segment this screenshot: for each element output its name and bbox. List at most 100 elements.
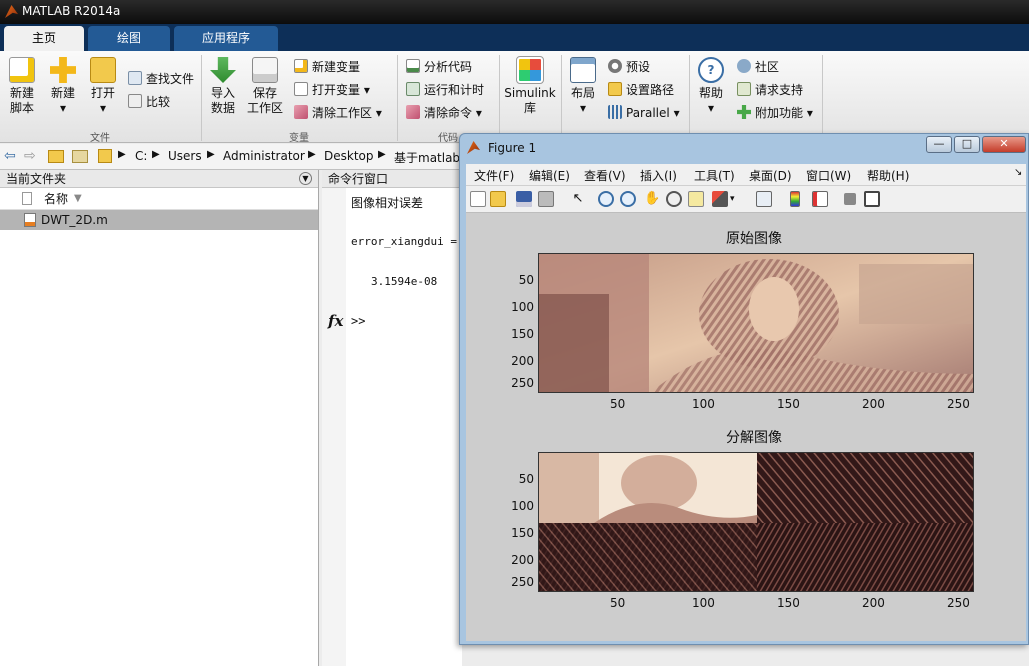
link-icon[interactable] bbox=[756, 191, 772, 207]
panel-title: 当前文件夹 bbox=[6, 172, 67, 186]
minimize-button[interactable]: — bbox=[926, 136, 952, 153]
request-support-icon bbox=[737, 82, 751, 96]
figure-title-bar[interactable]: Figure 1 — □ ✕ bbox=[460, 134, 1029, 162]
tab-home[interactable]: 主页 bbox=[4, 26, 84, 51]
new-script-button[interactable]: 新建 脚本 bbox=[4, 51, 40, 116]
new-figure-icon[interactable] bbox=[470, 191, 486, 207]
new-variable-icon bbox=[294, 59, 308, 73]
import-data-button[interactable]: 导入 数据 bbox=[206, 51, 240, 116]
brush-dropdown-icon[interactable]: ▾ bbox=[730, 191, 740, 207]
command-window: 命令行窗口 图像相对误差 error_xiangdui = 3.1594e-08… bbox=[322, 170, 462, 666]
ribbon-separator bbox=[561, 55, 562, 141]
open-button[interactable]: 打开 ▾ bbox=[86, 51, 120, 116]
folder-icon bbox=[98, 149, 112, 163]
column-header[interactable]: 名称 ▼ bbox=[0, 188, 318, 210]
group-label-file: 文件 bbox=[90, 133, 110, 144]
file-name: DWT_2D.m bbox=[41, 213, 108, 227]
rotate-icon[interactable] bbox=[666, 191, 682, 207]
figure-window: Figure 1 — □ ✕ 文件(F) 编辑(E) 查看(V) 插入(I) 工… bbox=[459, 133, 1029, 645]
data-cursor-icon[interactable] bbox=[688, 191, 704, 207]
parallel-button[interactable]: Parallel ▾ bbox=[608, 103, 680, 123]
path-segment-administrator[interactable]: Administrator bbox=[223, 149, 305, 163]
show-plot-tools-icon[interactable] bbox=[864, 191, 880, 207]
menu-window[interactable]: 窗口(W) bbox=[806, 167, 851, 184]
menu-view[interactable]: 查看(V) bbox=[584, 167, 626, 184]
command-prompt[interactable]: >> bbox=[351, 314, 365, 328]
pointer-icon[interactable]: ↖ bbox=[570, 191, 586, 207]
zoom-out-icon[interactable] bbox=[620, 191, 636, 207]
new-button[interactable]: 新建 ▾ bbox=[46, 51, 80, 116]
clear-commands-button[interactable]: 清除命令 ▾ bbox=[406, 103, 482, 123]
dropdown-arrow-icon: ▾ bbox=[579, 101, 587, 115]
save-icon[interactable] bbox=[516, 191, 532, 207]
x-tick-label: 50 bbox=[610, 596, 626, 610]
brush-icon[interactable] bbox=[712, 191, 728, 207]
browse-folder-icon[interactable] bbox=[72, 150, 88, 163]
dropdown-arrow-icon: ▾ bbox=[806, 106, 813, 120]
request-support-button[interactable]: 请求支持 bbox=[737, 80, 803, 100]
help-button[interactable]: ? 帮助 ▾ bbox=[694, 51, 728, 116]
path-segment-c[interactable]: C: bbox=[135, 149, 147, 163]
legend-icon[interactable] bbox=[812, 191, 828, 207]
analyze-code-icon bbox=[406, 59, 420, 73]
open-variable-button[interactable]: 打开变量 ▾ bbox=[294, 80, 370, 100]
analyze-code-button[interactable]: 分析代码 bbox=[406, 57, 472, 77]
simulink-library-button[interactable]: Simulink 库 bbox=[504, 51, 556, 116]
save-workspace-icon bbox=[252, 57, 278, 83]
path-arrow-icon: ▶ bbox=[308, 149, 316, 160]
y-tick-label: 200 bbox=[511, 553, 534, 567]
tab-apps[interactable]: 应用程序 bbox=[174, 26, 278, 51]
menu-tools[interactable]: 工具(T) bbox=[694, 167, 735, 184]
menu-help[interactable]: 帮助(H) bbox=[867, 167, 909, 184]
preferences-button[interactable]: 预设 bbox=[608, 57, 650, 77]
new-variable-button[interactable]: 新建变量 bbox=[294, 57, 360, 77]
back-arrow-icon[interactable]: ⇦ bbox=[4, 148, 16, 164]
path-segment-users[interactable]: Users bbox=[168, 149, 202, 163]
dock-arrow-icon[interactable]: ↘ bbox=[1014, 167, 1022, 178]
print-icon[interactable] bbox=[538, 191, 554, 207]
ribbon-separator bbox=[689, 55, 690, 141]
simulink-icon bbox=[516, 56, 544, 84]
layout-button[interactable]: 布局 ▾ bbox=[566, 51, 600, 116]
parallel-icon bbox=[608, 105, 622, 119]
output-line: error_xiangdui = bbox=[351, 235, 457, 248]
colorbar-icon[interactable] bbox=[790, 191, 800, 207]
layout-icon bbox=[570, 57, 596, 83]
set-path-button[interactable]: 设置路径 bbox=[608, 80, 674, 100]
pan-icon[interactable]: ✋ bbox=[644, 191, 660, 207]
zoom-in-icon[interactable] bbox=[598, 191, 614, 207]
group-label-variable: 变量 bbox=[289, 133, 309, 144]
x-tick-label: 150 bbox=[777, 397, 800, 411]
menu-desktop[interactable]: 桌面(D) bbox=[749, 167, 792, 184]
y-tick-label: 150 bbox=[511, 327, 534, 341]
maximize-button[interactable]: □ bbox=[954, 136, 980, 153]
community-button[interactable]: 社区 bbox=[737, 57, 779, 77]
decomposed-image[interactable] bbox=[538, 452, 974, 592]
x-tick-label: 200 bbox=[862, 397, 885, 411]
menu-edit[interactable]: 编辑(E) bbox=[529, 167, 570, 184]
hide-plot-tools-icon[interactable] bbox=[844, 193, 856, 205]
clear-workspace-button[interactable]: 清除工作区 ▾ bbox=[294, 103, 382, 123]
original-image[interactable] bbox=[538, 253, 974, 393]
ribbon-tab-bar: 主页 绘图 应用程序 bbox=[0, 24, 1029, 51]
save-workspace-button[interactable]: 保存 工作区 bbox=[244, 51, 286, 116]
ribbon-separator bbox=[822, 55, 823, 141]
find-files-button[interactable]: 查找文件 bbox=[128, 69, 194, 89]
panel-menu-icon[interactable]: ▼ bbox=[299, 172, 312, 185]
path-segment-folder[interactable]: 基于matlab bbox=[394, 149, 460, 166]
up-folder-icon[interactable] bbox=[48, 150, 64, 163]
close-button[interactable]: ✕ bbox=[982, 136, 1026, 153]
menu-file[interactable]: 文件(F) bbox=[474, 167, 514, 184]
addons-button[interactable]: 附加功能 ▾ bbox=[737, 103, 813, 123]
folder-icon bbox=[608, 82, 622, 96]
list-item[interactable]: DWT_2D.m bbox=[0, 210, 318, 230]
forward-arrow-icon[interactable]: ⇨ bbox=[24, 148, 36, 164]
fx-icon[interactable]: fx bbox=[328, 312, 343, 330]
menu-insert[interactable]: 插入(I) bbox=[640, 167, 677, 184]
tab-plots[interactable]: 绘图 bbox=[88, 26, 170, 51]
sort-arrow-icon: ▼ bbox=[74, 193, 82, 204]
path-segment-desktop[interactable]: Desktop bbox=[324, 149, 374, 163]
run-and-time-button[interactable]: 运行和计时 bbox=[406, 80, 484, 100]
compare-button[interactable]: 比较 bbox=[128, 92, 170, 112]
open-file-icon[interactable] bbox=[490, 191, 506, 207]
